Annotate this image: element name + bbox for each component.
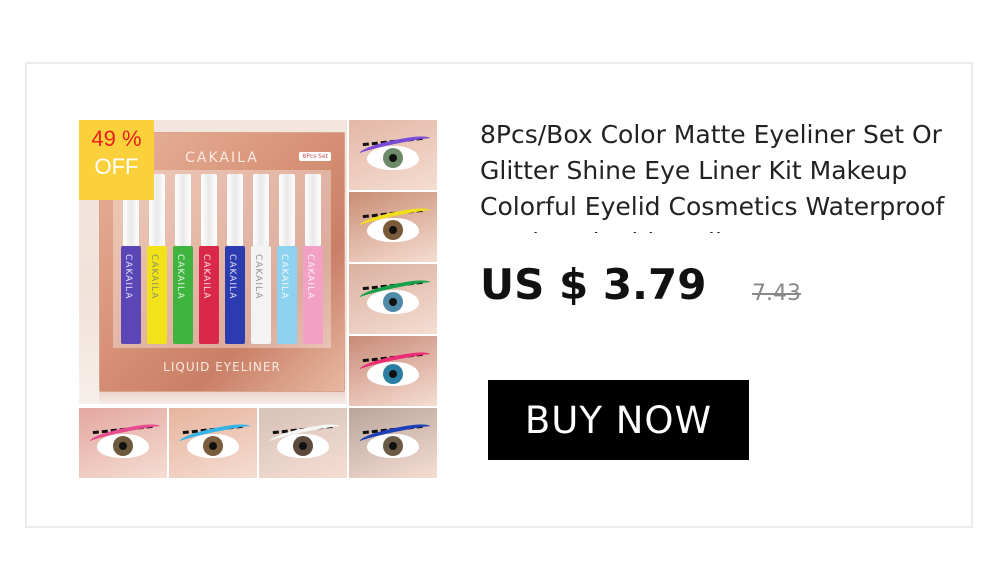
pen-brand-label: CAKAILA [253, 254, 263, 300]
buy-now-button[interactable]: BUY NOW [488, 380, 749, 460]
pen-cap [253, 174, 269, 246]
thumbnail-magenta-liner[interactable] [79, 408, 167, 478]
pen-brand-label: CAKAILA [279, 254, 289, 300]
pen-brand-label: CAKAILA [201, 254, 211, 300]
pupil [209, 442, 217, 450]
pen-body: CAKAILA [173, 246, 193, 344]
eyeliner-pen: CAKAILA [277, 174, 297, 344]
pen-body: CAKAILA [277, 246, 297, 344]
pupil [389, 370, 397, 378]
box-set-label: 8Pcs Set [299, 152, 331, 161]
discount-off-label: OFF [94, 154, 139, 179]
pen-body: CAKAILA [225, 246, 245, 344]
pupil [389, 298, 397, 306]
pupil [119, 442, 127, 450]
thumbnail-blue-liner[interactable] [169, 408, 257, 478]
pen-body: CAKAILA [147, 246, 167, 344]
pupil [389, 442, 397, 450]
pen-cap [175, 174, 191, 246]
pupil [389, 154, 397, 162]
discount-percent: 49 % [91, 126, 142, 151]
pen-body: CAKAILA [121, 246, 141, 344]
eyeliner-pen: CAKAILA [303, 174, 323, 344]
discount-badge: 49 % OFF [79, 120, 154, 200]
pen-cap [227, 174, 243, 246]
thumbnail-purple-liner[interactable] [349, 120, 437, 190]
pupil [389, 226, 397, 234]
eyeliner-pen: CAKAILA [251, 174, 271, 344]
pen-brand-label: CAKAILA [227, 254, 237, 300]
pen-body: CAKAILA [199, 246, 219, 344]
original-price: 7.43 [752, 281, 801, 306]
pen-body: CAKAILA [251, 246, 271, 344]
box-footer: LIQUID EYELINER [163, 360, 281, 374]
pen-cap [201, 174, 217, 246]
pen-brand-label: CAKAILA [149, 254, 159, 300]
pupil [299, 442, 307, 450]
thumbnail-pink-liner[interactable] [349, 336, 437, 406]
eyeliner-pen: CAKAILA [173, 174, 193, 344]
eyeliner-pen: CAKAILA [199, 174, 219, 344]
pen-cap [305, 174, 321, 246]
pen-brand-label: CAKAILA [175, 254, 185, 300]
pen-brand-label: CAKAILA [305, 254, 315, 300]
box-reflection [99, 392, 345, 404]
thumbnail-yellow-liner[interactable] [349, 192, 437, 262]
eyeliner-pen: CAKAILA [225, 174, 245, 344]
pen-cap [279, 174, 295, 246]
pen-brand-label: CAKAILA [123, 254, 133, 300]
product-title[interactable]: 8Pcs/Box Color Matte Eyeliner Set Or Gli… [480, 117, 950, 233]
thumbnail-navy-liner[interactable] [349, 408, 437, 478]
thumbnail-green-liner[interactable] [349, 264, 437, 334]
pen-body: CAKAILA [303, 246, 323, 344]
sale-price: US $ 3.79 [480, 260, 707, 309]
thumbnail-white-liner[interactable] [259, 408, 347, 478]
